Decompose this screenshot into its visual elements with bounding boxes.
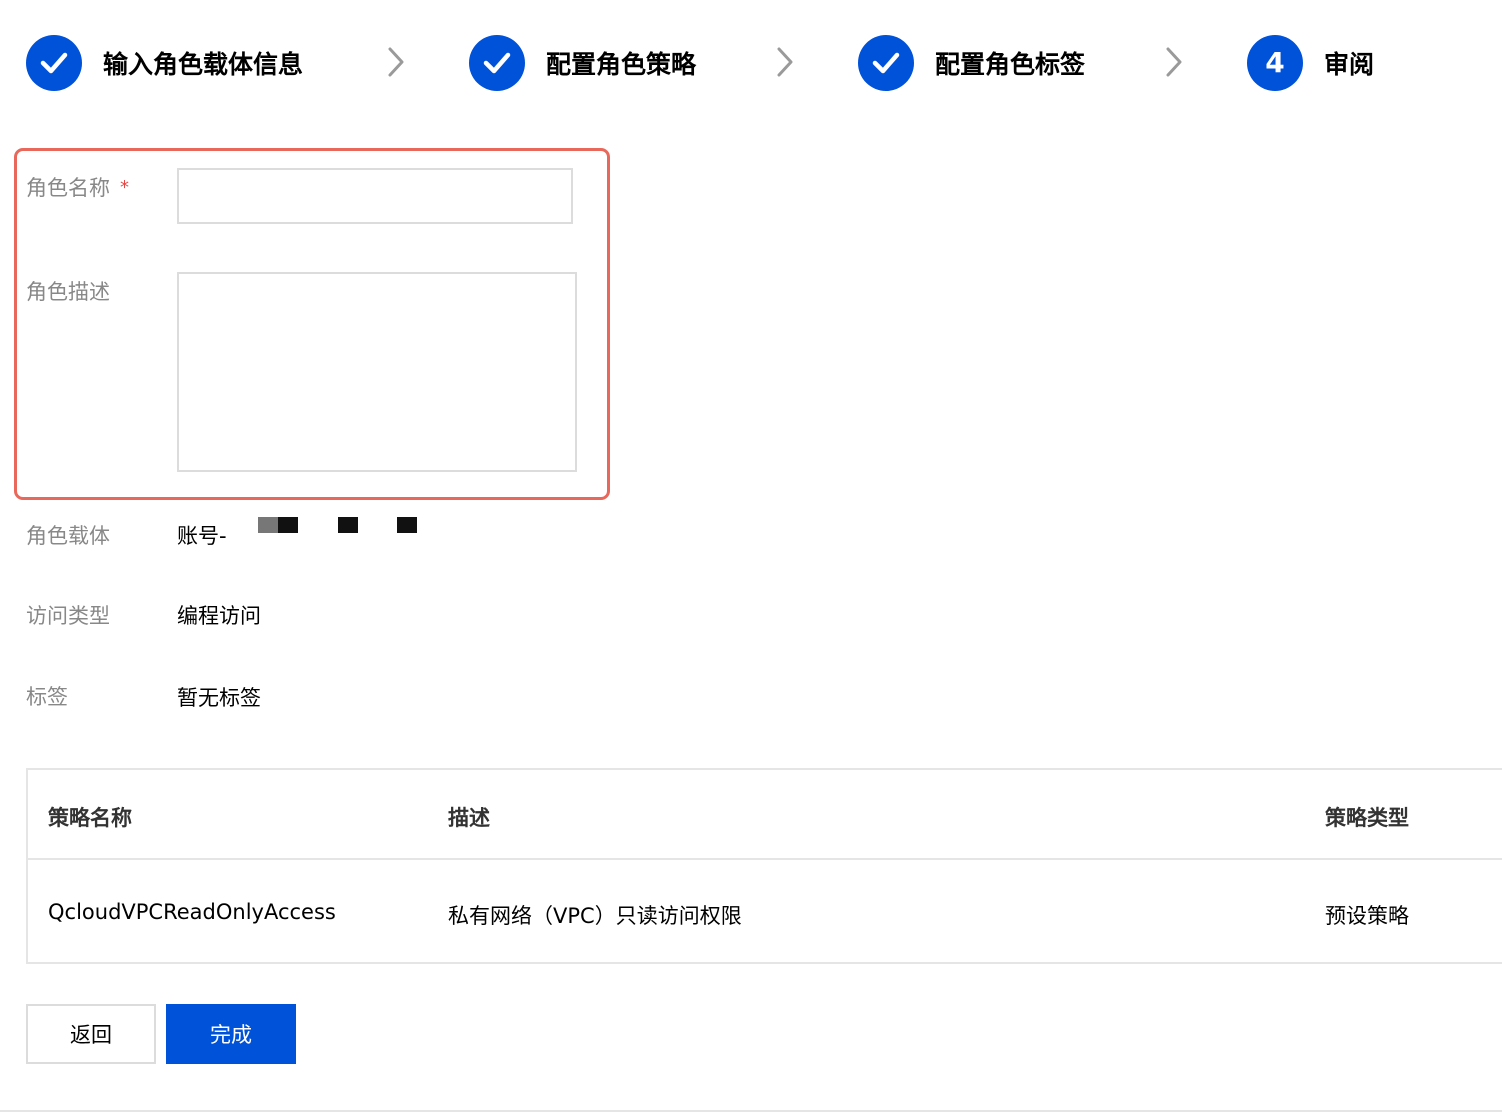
check-icon xyxy=(40,52,68,74)
role-name-input[interactable] xyxy=(177,168,573,224)
role-carrier-label: 角色载体 xyxy=(26,524,110,548)
step-1-status xyxy=(26,35,82,91)
role-name-label: 角色名称 * xyxy=(26,176,129,200)
table-row: QcloudVPCReadOnlyAccess 私有网络（VPC）只读访问权限 … xyxy=(28,860,1502,964)
table-header: 策略名称 描述 策略类型 xyxy=(28,770,1502,860)
column-header-description: 描述 xyxy=(448,806,490,830)
back-button[interactable]: 返回 xyxy=(26,1004,156,1064)
policy-type-cell: 预设策略 xyxy=(1325,904,1409,928)
chevron-right-icon xyxy=(1166,47,1182,77)
policy-description-cell: 私有网络（VPC）只读访问权限 xyxy=(448,904,742,928)
role-description-textarea[interactable] xyxy=(177,272,577,472)
tags-label: 标签 xyxy=(26,685,68,709)
role-carrier-value: 账号- xyxy=(177,524,227,548)
chevron-right-icon xyxy=(777,47,793,77)
check-icon xyxy=(483,52,511,74)
policy-table: 策略名称 描述 策略类型 QcloudVPCReadOnlyAccess 私有网… xyxy=(26,768,1502,964)
access-type-label: 访问类型 xyxy=(26,604,110,628)
column-header-policy-type: 策略类型 xyxy=(1325,806,1409,830)
step-2-status xyxy=(469,35,525,91)
check-icon xyxy=(872,52,900,74)
step-4-number: 4 xyxy=(1265,46,1285,79)
finish-button[interactable]: 完成 xyxy=(166,1004,296,1064)
tags-value: 暂无标签 xyxy=(177,686,261,710)
step-3: 配置角色标签 xyxy=(858,34,1085,92)
step-4-label: 审阅 xyxy=(1324,50,1375,79)
role-description-label: 角色描述 xyxy=(26,280,110,304)
column-header-policy-name: 策略名称 xyxy=(48,806,132,830)
access-type-value: 编程访问 xyxy=(177,604,261,628)
step-1: 输入角色载体信息 xyxy=(26,34,303,92)
step-4-status: 4 xyxy=(1247,35,1303,91)
chevron-right-icon xyxy=(388,47,404,77)
bottom-divider xyxy=(0,1110,1502,1112)
step-4: 4 审阅 xyxy=(1247,34,1374,92)
policy-name-cell: QcloudVPCReadOnlyAccess xyxy=(48,900,336,924)
step-3-label: 配置角色标签 xyxy=(935,50,1086,79)
step-2: 配置角色策略 xyxy=(469,34,696,92)
required-mark: * xyxy=(120,177,129,198)
step-2-label: 配置角色策略 xyxy=(546,50,697,79)
step-1-label: 输入角色载体信息 xyxy=(103,50,304,79)
step-3-status xyxy=(858,35,914,91)
